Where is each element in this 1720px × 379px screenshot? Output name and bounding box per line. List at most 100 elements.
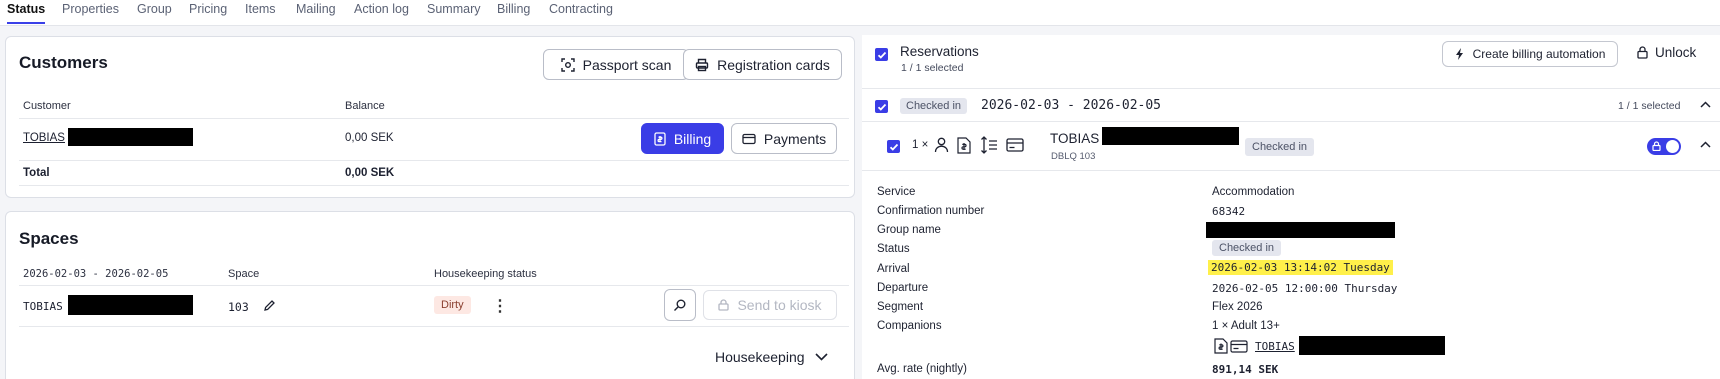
total-label: Total — [23, 167, 50, 179]
chevron-up-icon[interactable] — [1700, 101, 1711, 108]
status-badge: Checked in — [1212, 240, 1282, 256]
spaces-title: Spaces — [19, 229, 79, 248]
printer-icon — [695, 58, 709, 72]
card-icon — [742, 133, 756, 145]
passport-scan-button[interactable]: Passport scan — [543, 49, 689, 80]
reservation-checkbox[interactable] — [887, 140, 900, 153]
customer-balance: 0,00 SEK — [345, 132, 394, 144]
customers-card: Customers Passport scan Registration car… — [5, 36, 855, 198]
redacted-name — [68, 128, 193, 146]
tab-pricing[interactable]: Pricing — [189, 2, 227, 22]
create-billing-automation-button[interactable]: Create billing automation — [1442, 41, 1618, 67]
tab-summary[interactable]: Summary — [427, 2, 480, 22]
segment-value: Flex 2026 — [1212, 301, 1263, 313]
avg-rate-value: 891,14 SEK — [1212, 363, 1279, 376]
departure-label: Departure — [877, 282, 929, 294]
unlock-button[interactable]: Unlock — [1637, 45, 1696, 60]
reservations-select-all-checkbox[interactable] — [875, 48, 888, 61]
tab-status[interactable]: Status — [7, 2, 46, 24]
redacted-companion-name — [1299, 336, 1445, 355]
avg-rate-label: Avg. rate (nightly) — [877, 363, 967, 375]
reservation-code: DBLQ 103 — [1051, 151, 1096, 162]
send-to-kiosk-label: Send to kiosk — [737, 297, 822, 313]
segment-label: Segment — [877, 301, 924, 313]
housekeeping-toggle[interactable]: Housekeeping — [715, 349, 828, 365]
redacted-name — [68, 295, 193, 315]
registration-cards-label: Registration cards — [717, 56, 830, 73]
sort-icon — [980, 136, 998, 154]
companions-label: Companions — [877, 320, 942, 332]
pencil-icon[interactable] — [263, 299, 276, 312]
service-label: Service — [877, 186, 916, 198]
space-number: 103 — [228, 300, 249, 314]
lock-toggle[interactable] — [1647, 138, 1681, 155]
person-icon — [934, 137, 949, 153]
create-billing-automation-label: Create billing automation — [1472, 47, 1606, 61]
housekeeping-status-badge: Dirty — [434, 296, 471, 314]
companions-value: 1 × Adult 13+ — [1212, 320, 1280, 332]
invoice-icon — [1214, 338, 1228, 354]
group-dates: 2026-02-03 - 2026-02-05 — [981, 98, 1162, 113]
invoice-icon — [654, 131, 666, 146]
group-checkbox[interactable] — [875, 100, 888, 113]
reservations-title: Reservations — [900, 44, 979, 59]
group-selected-count: 1 / 1 selected — [1618, 100, 1681, 112]
lightning-icon — [1455, 48, 1465, 60]
group-name-label: Group name — [877, 224, 941, 236]
search-icon — [673, 298, 687, 312]
send-to-kiosk-button[interactable]: Send to kiosk — [703, 290, 837, 320]
unlock-icon — [1637, 46, 1648, 59]
redacted-group-name — [1206, 222, 1395, 238]
lock-icon — [1652, 141, 1661, 151]
arrival-label: Arrival — [877, 263, 910, 275]
column-dates: 2026-02-03 - 2026-02-05 — [23, 268, 169, 280]
payments-label: Payments — [763, 130, 827, 147]
column-space: Space — [228, 268, 260, 280]
status-label: Status — [877, 243, 910, 255]
tab-properties[interactable]: Properties — [62, 2, 119, 22]
customer-name-link[interactable]: TOBIAS — [23, 132, 65, 144]
tab-billing[interactable]: Billing — [497, 2, 530, 22]
confirmation-number-value: 68342 — [1212, 205, 1246, 218]
tab-contracting[interactable]: Contracting — [549, 2, 613, 22]
more-options-icon[interactable]: ⋮ — [492, 296, 508, 316]
companion-name-link[interactable]: TOBIAS — [1255, 340, 1295, 353]
reservation-status-badge: Checked in — [1245, 138, 1315, 156]
tab-bar: Status Properties Group Pricing Items Ma… — [0, 0, 1720, 26]
reservation-count: 1 × — [912, 139, 929, 151]
lock-icon — [718, 299, 730, 311]
arrival-value: 2026-02-03 13:14:02 Tuesday — [1208, 260, 1393, 275]
tab-group[interactable]: Group — [137, 2, 172, 22]
space-guest-name: TOBIAS — [23, 300, 63, 313]
group-status-badge: Checked in — [900, 98, 968, 114]
card-icon — [1230, 340, 1248, 353]
reservations-panel: Reservations 1 / 1 selected Create billi… — [862, 35, 1720, 379]
search-space-button[interactable] — [664, 289, 696, 321]
column-balance: Balance — [345, 100, 385, 112]
reservations-selected-count: 1 / 1 selected — [901, 62, 964, 74]
chevron-up-icon[interactable] — [1700, 141, 1711, 148]
unlock-label: Unlock — [1655, 45, 1697, 60]
spaces-card: Spaces 2026-02-03 - 2026-02-05 Space Hou… — [5, 211, 855, 379]
reservation-guest-name: TOBIAS — [1050, 131, 1100, 146]
tab-items[interactable]: Items — [245, 2, 276, 22]
billing-button[interactable]: Billing — [641, 123, 724, 154]
tab-action-log[interactable]: Action log — [354, 2, 409, 22]
registration-cards-button[interactable]: Registration cards — [683, 49, 842, 80]
tab-mailing[interactable]: Mailing — [296, 2, 336, 22]
passport-scan-label: Passport scan — [582, 56, 672, 73]
total-value: 0,00 SEK — [345, 167, 395, 179]
arrival-highlight: 2026-02-03 13:14:02 Tuesday — [1208, 260, 1393, 275]
column-customer: Customer — [23, 100, 71, 112]
service-value: Accommodation — [1212, 186, 1295, 198]
redacted-name — [1102, 127, 1239, 145]
invoice-icon — [957, 137, 971, 154]
chevron-down-icon — [814, 353, 828, 361]
scan-icon — [560, 57, 575, 72]
billing-label: Billing — [673, 130, 712, 147]
payments-button[interactable]: Payments — [731, 123, 837, 154]
column-housekeeping-status: Housekeeping status — [434, 268, 537, 280]
departure-value: 2026-02-05 12:00:00 Thursday — [1212, 282, 1398, 295]
housekeeping-label: Housekeeping — [715, 349, 805, 365]
customers-title: Customers — [19, 53, 108, 72]
